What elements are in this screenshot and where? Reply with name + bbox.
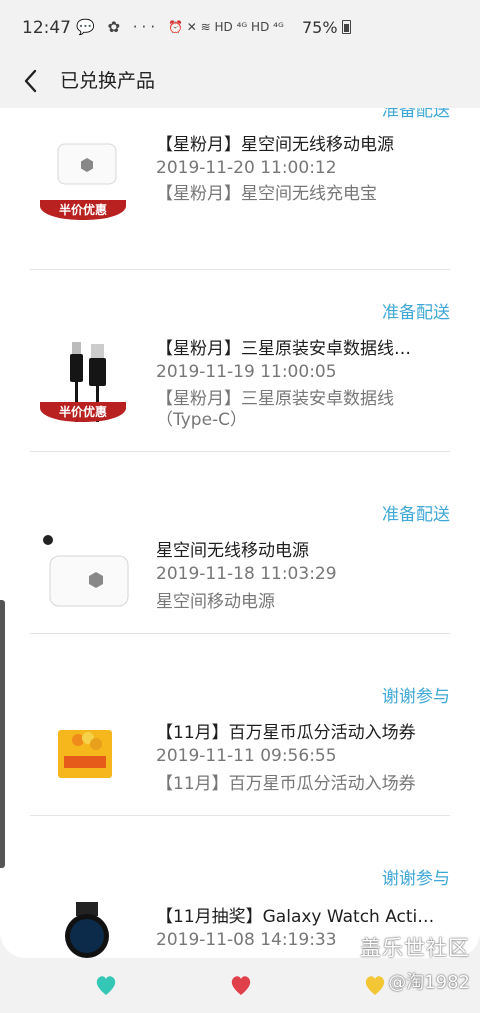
watermark: 盖乐世社区 @淘1982 (360, 932, 470, 994)
status-label: 谢谢参与 (382, 687, 450, 707)
app-header: 已兑换产品 (0, 56, 480, 108)
redeem-date: 2019-11-08 14:19:33 (156, 930, 337, 950)
list-item[interactable]: 准备配送 星空间无线移动电源 2019-11-18 11:03:29 星空间移动… (30, 452, 450, 634)
signal-icons: ⏰ ✕ ≋ HD ⁴ᴳ HD ⁴ᴳ (168, 20, 284, 34)
status-label: 谢谢参与 (382, 869, 450, 889)
list-item[interactable]: 准备配送 半价优惠 【星粉月】三星原装安卓数据线… 2019-11-19 11:… (30, 270, 450, 452)
product-name: 【11月抽奖】Galaxy Watch Acti… (156, 907, 435, 927)
status-time: 12:47 (22, 18, 71, 38)
battery-icon (341, 20, 351, 34)
watermark-site: 盖乐世社区 (360, 936, 470, 960)
redeem-date: 2019-11-19 11:00:05 (156, 362, 337, 382)
redeemed-list[interactable]: 准备配送 半价优惠 【星粉月】星空间无线移动电源 2019-11-20 11:0… (0, 108, 480, 958)
battery-indicator: 75% (302, 18, 351, 37)
teal-heart-icon[interactable] (93, 972, 119, 998)
product-desc: 【星粉月】三星原装安卓数据线（Type-C） (156, 389, 394, 430)
watermark-user: @淘1982 (388, 972, 470, 993)
usb-cable-image: 半价优惠 (38, 336, 134, 432)
page-title: 已兑换产品 (60, 70, 156, 92)
redeem-date: 2019-11-18 11:03:29 (156, 564, 337, 584)
notification-icons: 💬 ✿ ··· (76, 18, 160, 36)
product-name: 星空间无线移动电源 (156, 541, 309, 561)
ticket-image (38, 716, 134, 812)
product-name: 【11月】百万星币瓜分活动入场券 (156, 723, 416, 743)
product-desc: 星空间移动电源 (156, 592, 275, 612)
status-label: 准备配送 (382, 303, 450, 323)
product-name: 【星粉月】星空间无线移动电源 (156, 135, 394, 155)
product-desc: 【星粉月】星空间无线充电宝 (156, 184, 377, 204)
scroll-indicator[interactable] (0, 600, 5, 868)
chevron-left-icon (24, 69, 37, 93)
red-heart-icon[interactable] (228, 972, 254, 998)
list-item[interactable]: 准备配送 半价优惠 【星粉月】星空间无线移动电源 2019-11-20 11:0… (30, 108, 450, 270)
power-bank-image: 半价优惠 (38, 134, 134, 230)
watch-image (38, 902, 134, 958)
power-bank-image (38, 530, 134, 626)
back-button[interactable] (18, 66, 48, 96)
product-desc: 【11月】百万星币瓜分活动入场券 (156, 774, 416, 794)
status-bar: 12:47 💬 ✿ ··· ⏰ ✕ ≋ HD ⁴ᴳ HD ⁴ᴳ 75% (0, 0, 480, 56)
battery-percent: 75% (302, 18, 338, 37)
status-label: 准备配送 (382, 505, 450, 525)
status-label: 准备配送 (382, 108, 450, 121)
redeem-date: 2019-11-11 09:56:55 (156, 746, 337, 766)
product-name: 【星粉月】三星原装安卓数据线… (156, 339, 411, 359)
redeem-date: 2019-11-20 11:00:12 (156, 158, 337, 178)
list-item[interactable]: 谢谢参与 【11月】百万星币瓜分活动入场券 2019-11-11 09:56:5… (30, 634, 450, 816)
